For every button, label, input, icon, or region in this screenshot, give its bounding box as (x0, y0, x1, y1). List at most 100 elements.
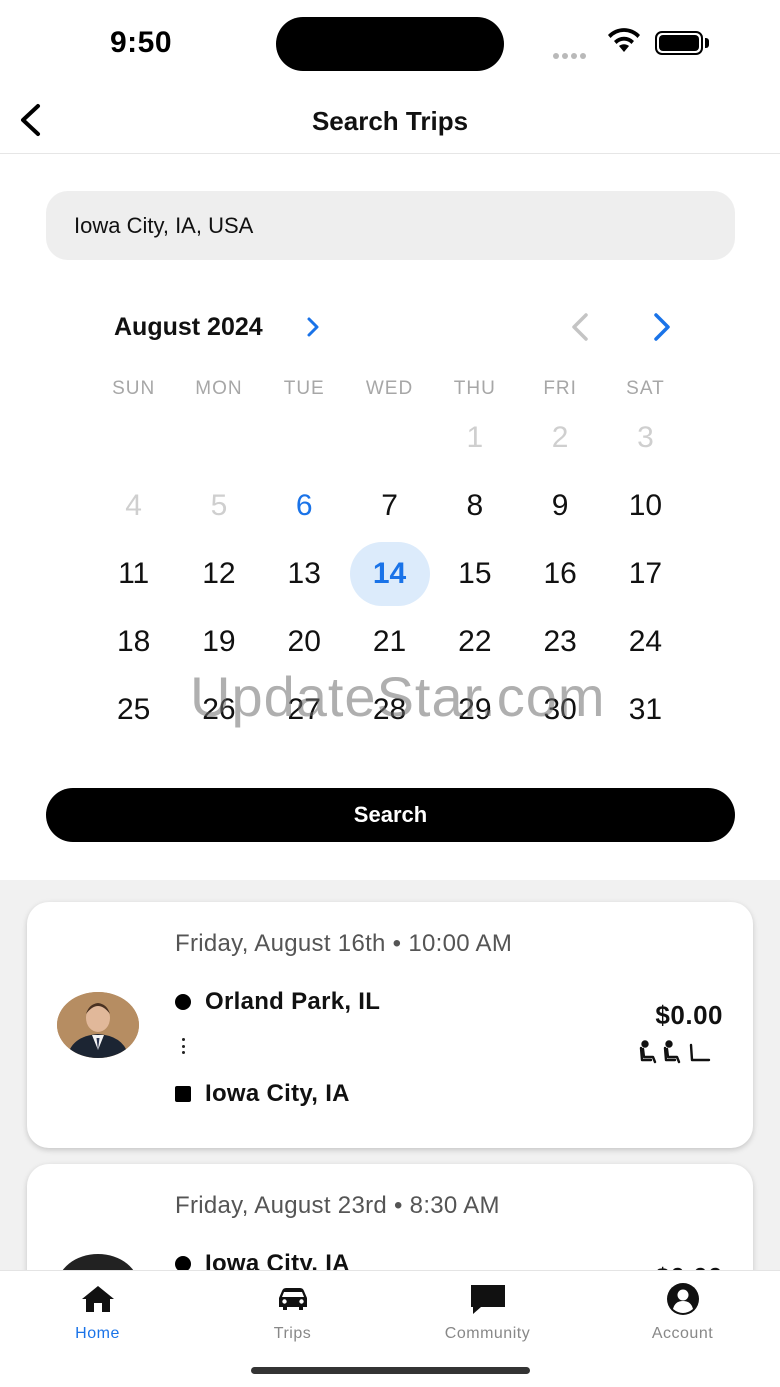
calendar-day-number: 11 (118, 557, 150, 590)
dynamic-island (276, 17, 504, 71)
chevron-left-icon (572, 313, 588, 341)
calendar-day-8[interactable]: 8 (432, 472, 517, 540)
nav-header: Search Trips (0, 86, 780, 154)
calendar-blank-cell (91, 404, 176, 472)
car-icon (275, 1281, 311, 1317)
destination-square-icon (175, 1086, 191, 1102)
weekday-label: THU (453, 378, 496, 399)
calendar-day-number: 6 (295, 489, 313, 522)
calendar-day-16[interactable]: 16 (517, 540, 602, 608)
battery-icon (655, 31, 703, 55)
next-month-button[interactable] (644, 309, 680, 345)
month-label[interactable]: August 2024 (114, 313, 263, 342)
calendar-day-1: 1 (432, 404, 517, 472)
calendar-day-29[interactable]: 29 (432, 676, 517, 744)
calendar-day-15[interactable]: 15 (432, 540, 517, 608)
tab-home[interactable]: Home (0, 1281, 195, 1351)
calendar-day-31[interactable]: 31 (603, 676, 688, 744)
calendar-day-6[interactable]: 6 (262, 472, 347, 540)
calendar-day-number: 3 (637, 421, 654, 454)
calendar-day-7[interactable]: 7 (347, 472, 432, 540)
previous-month-button[interactable] (562, 309, 598, 345)
cellular-signal-icon (553, 46, 593, 59)
tab-label: Trips (273, 1325, 312, 1342)
driver-avatar[interactable] (57, 1254, 139, 1270)
calendar-day-number: 28 (372, 693, 407, 726)
calendar-day-9[interactable]: 9 (517, 472, 602, 540)
calendar-day-21[interactable]: 21 (347, 608, 432, 676)
origin-label: Orland Park, IL (205, 988, 381, 1015)
tab-label: Home (75, 1325, 120, 1342)
account-icon (666, 1281, 700, 1317)
trip-origin: Orland Park, IL (175, 988, 380, 1016)
calendar-day-17[interactable]: 17 (603, 540, 688, 608)
trip-card[interactable]: Friday, August 23rd • 8:30 AM Iowa City,… (27, 1164, 753, 1270)
calendar-day-23[interactable]: 23 (517, 608, 602, 676)
weekday-label: MON (195, 378, 243, 399)
calendar-day-number: 24 (628, 625, 663, 658)
calendar-blank-cell (176, 404, 261, 472)
calendar-day-number: 7 (381, 489, 398, 522)
calendar-day-number: 20 (287, 625, 321, 658)
trip-date: Friday, August 16th • 10:00 AM (175, 930, 513, 957)
calendar-day-number: 9 (551, 489, 569, 522)
calendar-day-10[interactable]: 10 (603, 472, 688, 540)
calendar-day-4: 4 (91, 472, 176, 540)
calendar-day-28[interactable]: 28 (347, 676, 432, 744)
home-indicator (251, 1367, 530, 1374)
tab-community[interactable]: Community (390, 1281, 585, 1351)
location-input[interactable]: Iowa City, IA, USA (46, 191, 735, 260)
tab-account[interactable]: Account (585, 1281, 780, 1351)
seats-icon (639, 1040, 713, 1064)
calendar-day-25[interactable]: 25 (91, 676, 176, 744)
home-icon (80, 1281, 116, 1317)
calendar-day-number: 30 (543, 693, 577, 726)
calendar-day-18[interactable]: 18 (91, 608, 176, 676)
calendar-day-number: 26 (202, 693, 236, 726)
origin-dot-icon (175, 1256, 191, 1270)
weekday-label: TUE (283, 378, 325, 399)
calendar-day-24[interactable]: 24 (603, 608, 688, 676)
weekday-label: SAT (626, 378, 665, 399)
calendar-day-22[interactable]: 22 (432, 608, 517, 676)
calendar-day-number: 29 (458, 693, 492, 726)
calendar-day-14[interactable]: 14 (347, 540, 432, 608)
calendar-day-number: 4 (125, 489, 142, 522)
calendar-day-20[interactable]: 20 (262, 608, 347, 676)
calendar-day-26[interactable]: 26 (176, 676, 261, 744)
route-dots-icon (182, 1038, 186, 1054)
wifi-icon (606, 28, 642, 59)
tab-label: Community (444, 1325, 531, 1342)
calendar-header: August 2024 (0, 305, 780, 349)
destination-label: Iowa City, IA (205, 1080, 350, 1107)
calendar-blank-cell (347, 404, 432, 472)
calendar-day-5: 5 (176, 472, 261, 540)
trip-card[interactable]: Friday, August 16th • 10:00 AM Orland Pa… (27, 902, 753, 1148)
search-button[interactable]: Search (46, 788, 735, 842)
calendar-day-number: 14 (372, 557, 407, 590)
month-picker-chevron-icon[interactable] (306, 316, 320, 343)
calendar-day-number: 16 (543, 557, 577, 590)
calendar-day-number: 5 (210, 489, 228, 522)
calendar-day-number: 31 (628, 693, 663, 726)
calendar-day-number: 17 (628, 557, 663, 590)
driver-avatar[interactable] (57, 992, 139, 1058)
tab-trips[interactable]: Trips (195, 1281, 390, 1351)
calendar-day-11[interactable]: 11 (91, 540, 176, 608)
origin-dot-icon (175, 994, 191, 1010)
calendar-day-30[interactable]: 30 (517, 676, 602, 744)
trip-price: $0.00 (655, 1000, 723, 1030)
calendar-day-number: 23 (543, 625, 577, 658)
calendar-day-13[interactable]: 13 (262, 540, 347, 608)
calendar-day-number: 22 (458, 625, 492, 658)
calendar-day-number: 2 (551, 421, 569, 454)
calendar-day-number: 21 (372, 625, 407, 658)
calendar-day-27[interactable]: 27 (262, 676, 347, 744)
calendar-day-number: 19 (202, 625, 236, 658)
trip-origin: Iowa City, IA (175, 1250, 350, 1270)
status-bar: 9:50 (0, 0, 780, 86)
calendar-day-12[interactable]: 12 (176, 540, 261, 608)
weekday-label: SUN (112, 378, 156, 399)
calendar-day-number: 8 (466, 489, 484, 522)
calendar-day-19[interactable]: 19 (176, 608, 261, 676)
